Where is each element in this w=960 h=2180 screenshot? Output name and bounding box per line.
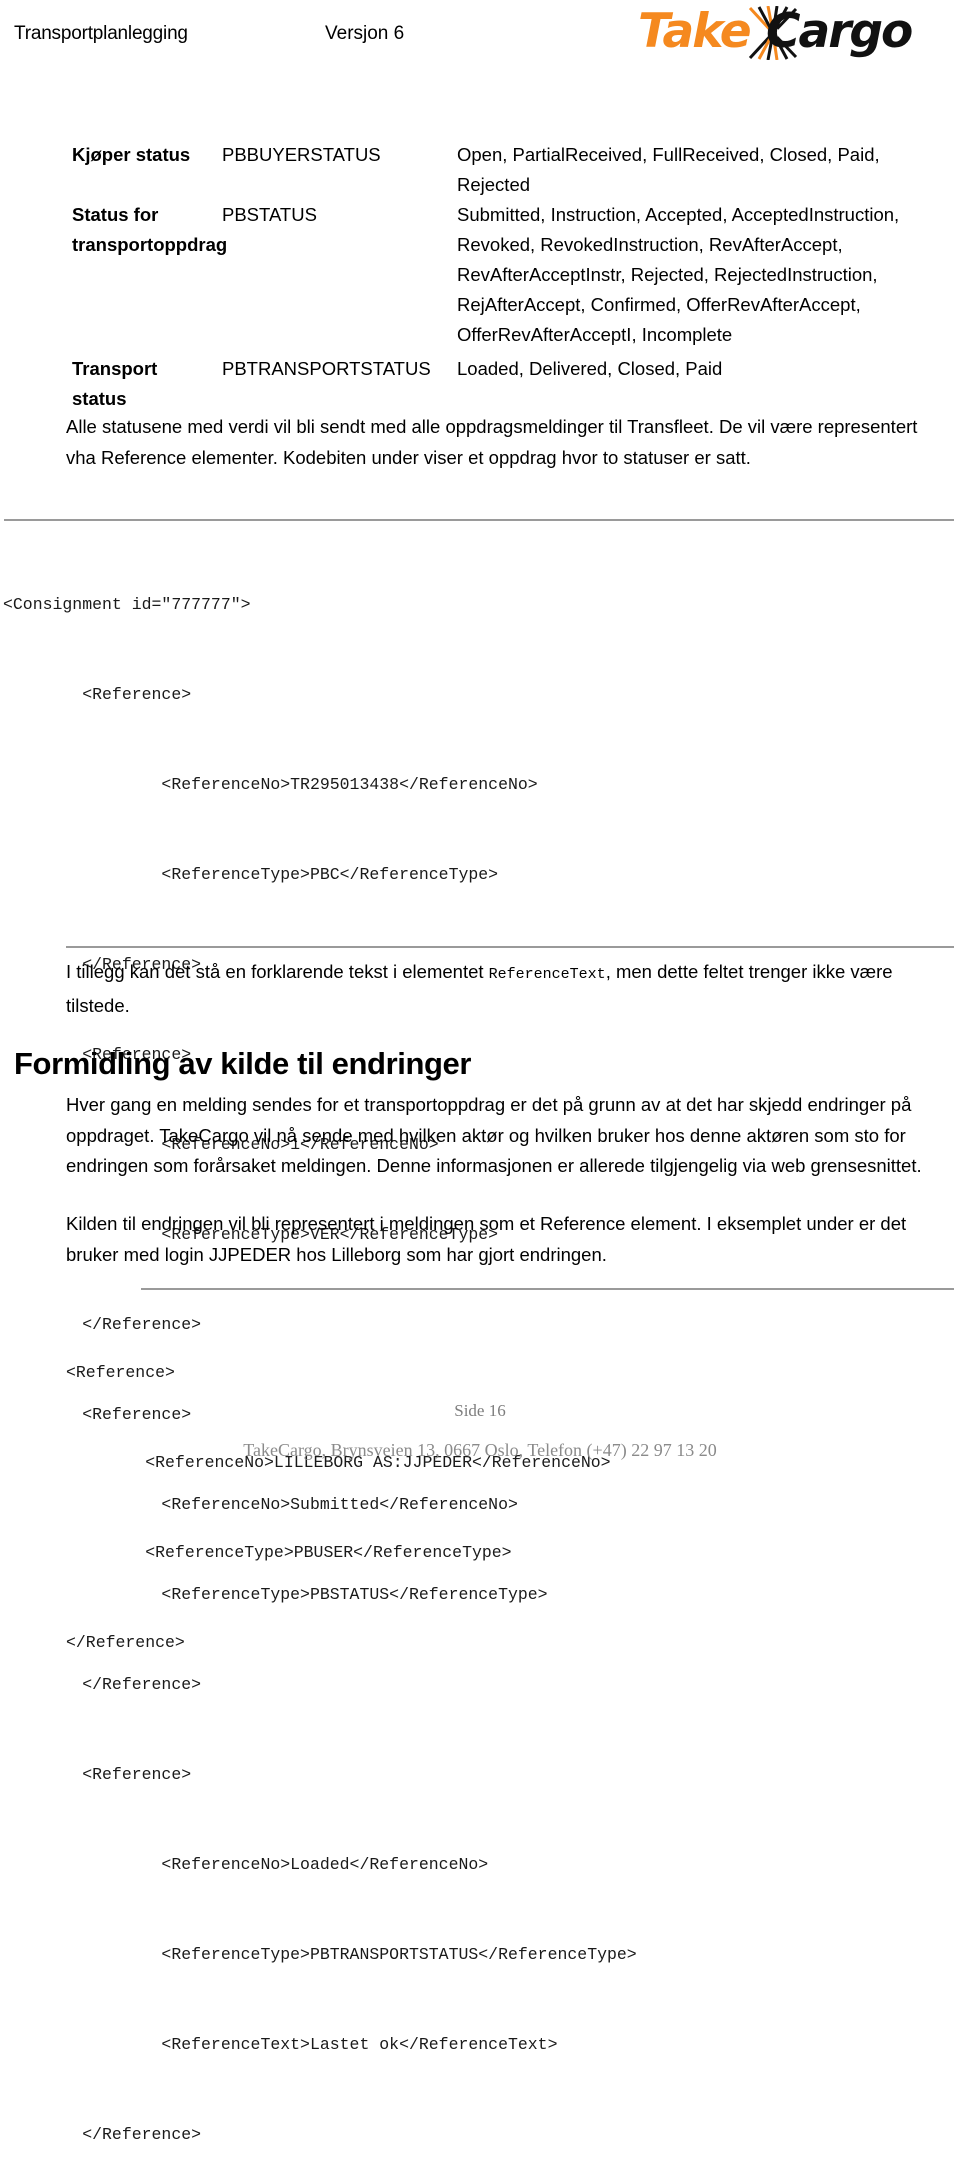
- row-values-text: Open, PartialReceived, FullReceived, Clo…: [457, 144, 880, 195]
- status-definition-table: Kjøper status PBBUYERSTATUS Open, Partia…: [0, 140, 960, 414]
- note-inline-code: ReferenceText: [488, 966, 606, 983]
- code-line: <ReferenceType>PBUSER</ReferenceType>: [66, 1543, 512, 1562]
- row-code-label: PBTRANSPORTSTATUS: [222, 358, 431, 379]
- row-term-label: Transport status: [72, 358, 158, 409]
- reference-text-note-paragraph: I tillegg kan det stå en forklarende tek…: [66, 957, 926, 1021]
- footer-address: TakeCargo, Brynsveien 13, 0667 Oslo, Tel…: [243, 1440, 717, 1460]
- row-values-text: Loaded, Delivered, Closed, Paid: [457, 358, 723, 379]
- logo-cargo-text: Cargo: [766, 4, 913, 59]
- table-row: Transport status PBTRANSPORTSTATUS Loade…: [0, 354, 960, 414]
- takecargo-logo: Take Cargo: [638, 4, 938, 62]
- logo-take-text: Take: [638, 4, 752, 59]
- code-line: <ReferenceText>Lastet ok</ReferenceText>: [3, 2035, 558, 2054]
- endringer-paragraph-2: Kilden til endringen vil bli representer…: [66, 1213, 907, 1265]
- code-line: <ReferenceNo>Loaded</ReferenceNo>: [3, 1855, 489, 1874]
- code-line: <Reference>: [66, 1363, 175, 1382]
- header-document-title: Transportplanlegging: [14, 23, 188, 44]
- footer-page-number: Side 16: [454, 1401, 506, 1420]
- intro-paragraph: Alle statusene med verdi vil bli sendt m…: [66, 416, 918, 468]
- section-heading-formidling: Formidling av kilde til endringer: [14, 1046, 472, 1081]
- row-values-text: Submitted, Instruction, Accepted, Accept…: [457, 204, 900, 345]
- code-line: </Reference>: [3, 2125, 202, 2144]
- code-line: <ReferenceType>PBC</ReferenceType>: [3, 865, 499, 884]
- row-term-label: Kjøper status: [72, 144, 191, 165]
- code-line: <ReferenceType>PBTRANSPORTSTATUS</Refere…: [3, 1945, 637, 1964]
- note-text-part-1: I tillegg kan det stå en forklarende tek…: [66, 961, 489, 982]
- endringer-paragraph-1: Hver gang en melding sendes for et trans…: [66, 1094, 922, 1176]
- code-block-top-rule-1: [4, 519, 954, 521]
- page-header: Transportplanlegging Versjon 6 Take Carg…: [0, 0, 960, 105]
- row-code-label: PBSTATUS: [222, 204, 317, 225]
- code-block-bottom-rule-1: [66, 946, 954, 948]
- code-line: <Reference>: [3, 685, 192, 704]
- row-term-label: Status for transportoppdrag: [72, 204, 228, 255]
- code-line: <Reference>: [3, 1765, 192, 1784]
- xml-code-block-pbuser: <Reference> <ReferenceNo>LILLEBORG AS:JJ…: [66, 1298, 846, 1688]
- code-line: </Reference>: [66, 1633, 185, 1652]
- code-line: <Consignment id="777777">: [3, 595, 251, 614]
- code-line: <ReferenceNo>TR295013438</ReferenceNo>: [3, 775, 538, 794]
- code-block-top-rule-2: [141, 1288, 954, 1290]
- table-row: Status for transportoppdrag PBSTATUS Sub…: [0, 200, 960, 354]
- table-row: Kjøper status PBBUYERSTATUS Open, Partia…: [0, 140, 960, 200]
- row-code-label: PBBUYERSTATUS: [222, 144, 381, 165]
- header-version-label: Versjon 6: [325, 23, 405, 44]
